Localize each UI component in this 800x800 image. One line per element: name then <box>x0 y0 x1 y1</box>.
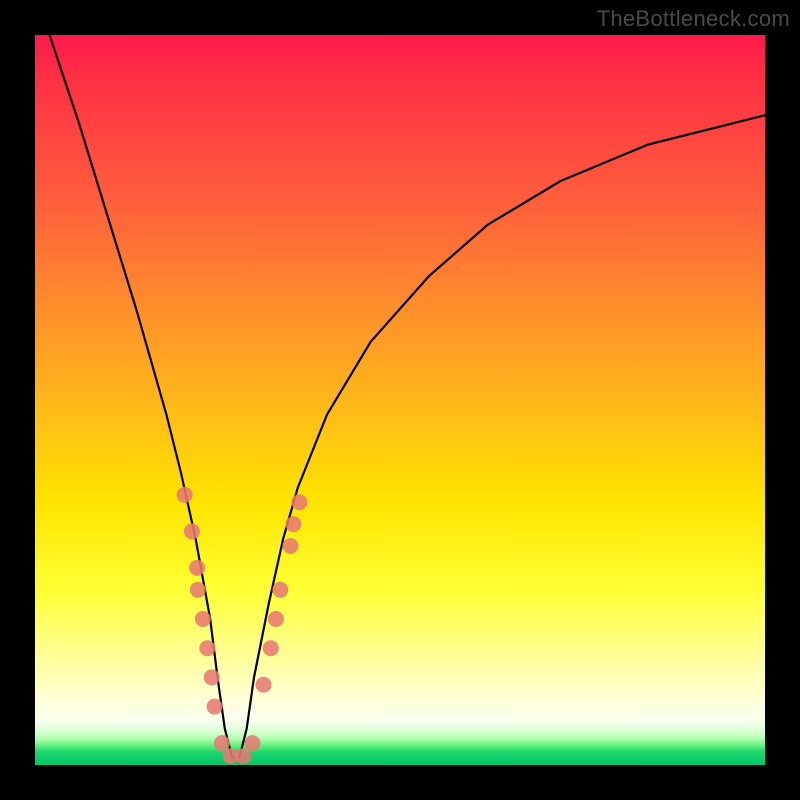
curve-marker <box>189 560 205 576</box>
curve-marker <box>214 735 230 751</box>
curve-marker <box>263 640 279 656</box>
curve-marker <box>199 640 215 656</box>
chart-frame: TheBottleneck.com <box>0 0 800 800</box>
curve-marker <box>272 582 288 598</box>
curve-marker <box>184 523 200 539</box>
curve-marker <box>195 611 211 627</box>
curve-marker <box>291 494 307 510</box>
curve-marker <box>245 735 261 751</box>
curve-marker <box>204 669 220 685</box>
curve-markers <box>177 487 308 764</box>
bottleneck-curve-path <box>50 35 765 758</box>
plot-area <box>35 35 765 765</box>
curve-marker <box>268 611 284 627</box>
curve-layer <box>35 35 765 765</box>
bottleneck-curve <box>50 35 765 758</box>
curve-marker <box>283 538 299 554</box>
curve-marker <box>285 516 301 532</box>
curve-marker <box>207 699 223 715</box>
curve-marker <box>190 582 206 598</box>
curve-marker <box>177 487 193 503</box>
watermark-text: TheBottleneck.com <box>597 6 790 32</box>
curve-marker <box>256 677 272 693</box>
curve-marker <box>235 748 251 764</box>
